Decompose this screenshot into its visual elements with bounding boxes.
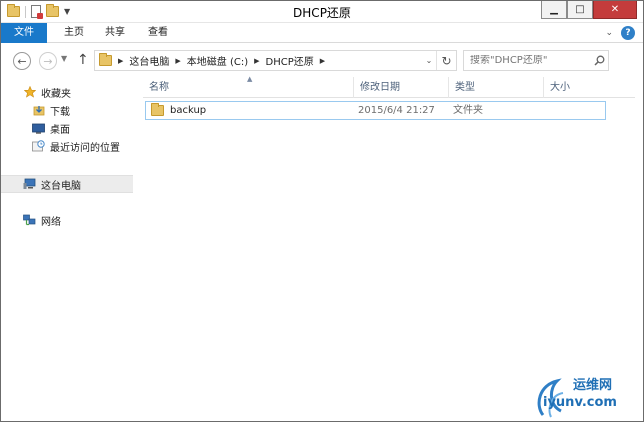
maximize-icon: □ — [575, 4, 585, 15]
breadcrumb-separator-icon[interactable]: ▶ — [175, 57, 180, 65]
column-header-date[interactable]: 修改日期 — [354, 77, 449, 98]
nav-item-this-pc[interactable]: 这台电脑 — [1, 175, 133, 193]
nav-item-label: 收藏夹 — [41, 88, 71, 100]
breadcrumb-item[interactable]: 本地磁盘 (C:) — [187, 53, 248, 68]
nav-item-network[interactable]: 网络 — [1, 211, 133, 229]
forward-arrow-icon: → — [43, 54, 53, 68]
minimize-button[interactable]: ▁ — [541, 1, 567, 19]
column-header-name[interactable]: 名称 — [143, 77, 354, 98]
minimize-icon: ▁ — [550, 4, 558, 15]
back-arrow-icon: ← — [17, 54, 27, 68]
help-button[interactable]: ? — [621, 26, 635, 40]
title-bar: ▼ DHCP还原 ▁ □ ✕ — [1, 1, 643, 23]
forward-button[interactable]: → — [39, 52, 57, 70]
breadcrumb-item[interactable]: 这台电脑 — [129, 53, 169, 68]
watermark-url: iyunv.com — [543, 395, 617, 410]
nav-item-recent-places[interactable]: 最近访问的位置 — [1, 137, 133, 155]
desktop-icon — [32, 122, 45, 134]
column-header-size[interactable]: 大小 — [544, 77, 604, 98]
nav-item-label: 这台电脑 — [41, 180, 81, 192]
search-icon[interactable] — [590, 51, 608, 70]
watermark: 运维网 iyunv.com — [531, 371, 641, 421]
breadcrumb-item[interactable]: DHCP还原 — [266, 53, 314, 68]
column-header-type[interactable]: 类型 — [449, 77, 544, 98]
up-arrow-icon[interactable]: ↑ — [77, 52, 89, 68]
back-button[interactable]: ← — [13, 52, 31, 70]
watermark-text: 运维网 — [573, 378, 613, 393]
breadcrumb: ▶ 这台电脑 ▶ 本地磁盘 (C:) ▶ DHCP还原 ▶ — [95, 53, 422, 68]
search-input[interactable] — [470, 55, 590, 66]
file-date: 2015/6/4 21:27 — [358, 105, 435, 116]
ribbon-tabs: 文件 主页 共享 查看 ⌄ ? — [1, 23, 643, 43]
recent-places-icon — [32, 140, 45, 152]
nav-item-label: 桌面 — [50, 124, 70, 136]
nav-item-downloads[interactable]: 下载 — [1, 101, 133, 119]
ribbon-help-area: ⌄ ? — [605, 26, 635, 40]
nav-item-desktop[interactable]: 桌面 — [1, 119, 133, 137]
network-icon — [23, 214, 36, 226]
folder-icon — [151, 103, 164, 116]
file-list: ▲ 名称 修改日期 类型 大小 backup 2015/6/4 21:27 文件… — [135, 75, 643, 421]
close-icon: ✕ — [610, 4, 620, 15]
maximize-button[interactable]: □ — [567, 1, 593, 19]
address-bar[interactable]: ▶ 这台电脑 ▶ 本地磁盘 (C:) ▶ DHCP还原 ▶ ⌄ ↻ — [94, 50, 457, 71]
file-name-cell: backup — [151, 102, 206, 119]
navigation-bar: ← → ▼ ↑ ▶ 这台电脑 ▶ 本地磁盘 (C:) ▶ DHCP还原 ▶ ⌄ … — [1, 44, 643, 76]
close-button[interactable]: ✕ — [593, 1, 637, 19]
search-box — [463, 50, 609, 71]
nav-item-favorites[interactable]: 收藏夹 — [1, 83, 133, 101]
tab-share[interactable]: 共享 — [100, 23, 130, 43]
refresh-icon[interactable]: ↻ — [436, 51, 456, 70]
nav-item-label: 下载 — [50, 106, 70, 118]
navigation-pane: 收藏夹 下载 桌面 最近访问的位置 这台电脑 网络 — [1, 77, 135, 421]
column-headers: ▲ 名称 修改日期 类型 大小 — [143, 75, 635, 98]
explorer-window: ▼ DHCP还原 ▁ □ ✕ 文件 主页 共享 查看 ⌄ ? ← → ▼ ↑ ▶… — [0, 0, 644, 422]
computer-icon — [23, 178, 36, 190]
file-name: backup — [170, 105, 207, 116]
breadcrumb-separator-icon[interactable]: ▶ — [320, 57, 325, 65]
address-folder-icon — [99, 53, 112, 66]
tab-file[interactable]: 文件 — [1, 23, 47, 43]
download-folder-icon — [32, 104, 45, 116]
recent-locations-chevron-icon[interactable]: ▼ — [61, 54, 67, 63]
window-controls: ▁ □ ✕ — [541, 1, 637, 19]
tab-home[interactable]: 主页 — [60, 23, 88, 43]
tab-view[interactable]: 查看 — [143, 23, 173, 43]
file-type: 文件夹 — [453, 105, 483, 116]
nav-item-label: 网络 — [41, 216, 61, 228]
star-icon — [23, 86, 36, 98]
nav-item-label: 最近访问的位置 — [50, 142, 120, 154]
expand-ribbon-chevron-icon[interactable]: ⌄ — [605, 28, 613, 38]
breadcrumb-separator-icon[interactable]: ▶ — [118, 57, 123, 65]
file-row[interactable]: backup 2015/6/4 21:27 文件夹 — [145, 101, 606, 120]
breadcrumb-separator-icon[interactable]: ▶ — [254, 57, 259, 65]
address-history-chevron-icon[interactable]: ⌄ — [422, 56, 436, 65]
